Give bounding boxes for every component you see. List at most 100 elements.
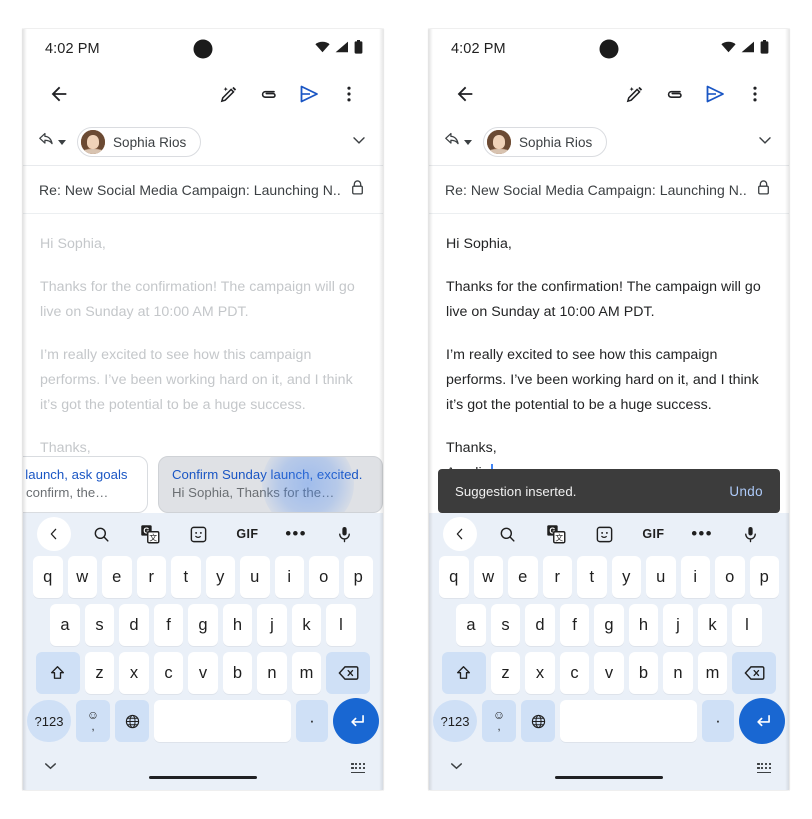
send-icon[interactable]	[695, 74, 735, 114]
arrow-back-icon[interactable]	[445, 74, 485, 114]
key-i[interactable]: i	[274, 556, 304, 598]
search-icon[interactable]	[77, 517, 126, 551]
key-q[interactable]: q	[33, 556, 63, 598]
key-n[interactable]: n	[257, 652, 287, 694]
key-o[interactable]: o	[715, 556, 745, 598]
key-f[interactable]: f	[559, 604, 590, 646]
key-p[interactable]: p	[749, 556, 779, 598]
shift-icon[interactable]	[441, 652, 486, 694]
collapse-keyboard-icon[interactable]	[447, 756, 466, 780]
key-a[interactable]: a	[456, 604, 486, 646]
space-key[interactable]	[154, 700, 291, 742]
key-k[interactable]: k	[291, 604, 322, 646]
microphone-icon[interactable]	[726, 517, 775, 551]
ai-compose-icon[interactable]	[209, 74, 249, 114]
key-u[interactable]: u	[646, 556, 676, 598]
home-gesture-bar[interactable]	[555, 775, 663, 779]
key-t[interactable]: t	[577, 556, 607, 598]
gif-icon[interactable]: GIF	[629, 517, 678, 551]
key-p[interactable]: p	[343, 556, 373, 598]
key-r[interactable]: r	[542, 556, 572, 598]
emoji-comma-key[interactable]: ☺ ,	[76, 700, 110, 742]
key-h[interactable]: h	[628, 604, 659, 646]
translate-icon[interactable]: G 文	[126, 517, 175, 551]
key-j[interactable]: j	[663, 604, 693, 646]
attach-file-icon[interactable]	[249, 74, 289, 114]
suggestion-chip-partial[interactable]: y launch, ask goals o confirm, the…	[23, 456, 148, 513]
gif-icon[interactable]: GIF	[223, 517, 272, 551]
key-f[interactable]: f	[153, 604, 184, 646]
key-r[interactable]: r	[136, 556, 166, 598]
key-m[interactable]: m	[697, 652, 728, 694]
symbols-key[interactable]: ?123	[27, 700, 71, 742]
collapse-keyboard-icon[interactable]	[41, 756, 60, 780]
send-icon[interactable]	[289, 74, 329, 114]
period-key[interactable]: ·	[702, 700, 734, 742]
search-icon[interactable]	[483, 517, 532, 551]
key-q[interactable]: q	[439, 556, 469, 598]
arrow-back-icon[interactable]	[39, 74, 79, 114]
shift-icon[interactable]	[35, 652, 80, 694]
language-globe-icon[interactable]	[115, 700, 149, 742]
language-globe-icon[interactable]	[521, 700, 555, 742]
sticker-icon[interactable]	[580, 517, 629, 551]
key-c[interactable]: c	[153, 652, 184, 694]
key-a[interactable]: a	[50, 604, 80, 646]
more-options-icon[interactable]	[329, 74, 369, 114]
key-k[interactable]: k	[697, 604, 728, 646]
period-key[interactable]: ·	[296, 700, 328, 742]
recipient-chip[interactable]: Sophia Rios	[77, 127, 202, 157]
key-j[interactable]: j	[257, 604, 287, 646]
subject-row[interactable]: Re: New Social Media Campaign: Launching…	[23, 166, 383, 214]
key-t[interactable]: t	[171, 556, 201, 598]
key-l[interactable]: l	[326, 604, 356, 646]
key-o[interactable]: o	[309, 556, 339, 598]
key-v[interactable]: v	[188, 652, 218, 694]
key-g[interactable]: g	[188, 604, 218, 646]
space-key[interactable]	[560, 700, 697, 742]
microphone-icon[interactable]	[320, 517, 369, 551]
more-horizontal-icon[interactable]: •••	[678, 517, 727, 551]
backspace-icon[interactable]	[732, 652, 777, 694]
undo-button[interactable]: Undo	[729, 484, 763, 499]
more-options-icon[interactable]	[735, 74, 775, 114]
suggestion-chip-pressed[interactable]: Confirm Sunday launch, excited. Hi Sophi…	[158, 456, 383, 513]
sticker-icon[interactable]	[174, 517, 223, 551]
key-x[interactable]: x	[525, 652, 555, 694]
keyboard-switch-icon[interactable]	[351, 763, 365, 774]
enter-return-icon[interactable]	[333, 698, 379, 744]
backspace-icon[interactable]	[326, 652, 371, 694]
key-l[interactable]: l	[732, 604, 762, 646]
more-horizontal-icon[interactable]: •••	[272, 517, 321, 551]
key-e[interactable]: e	[508, 556, 538, 598]
home-gesture-bar[interactable]	[149, 775, 257, 779]
reply-mode-selector[interactable]	[443, 130, 472, 154]
recipient-chip[interactable]: Sophia Rios	[483, 127, 608, 157]
keyboard-switch-icon[interactable]	[757, 763, 771, 774]
ai-compose-icon[interactable]	[615, 74, 655, 114]
key-g[interactable]: g	[594, 604, 624, 646]
emoji-comma-key[interactable]: ☺ ,	[482, 700, 516, 742]
key-n[interactable]: n	[663, 652, 693, 694]
key-m[interactable]: m	[291, 652, 322, 694]
key-d[interactable]: d	[525, 604, 555, 646]
chevron-left-icon[interactable]	[37, 517, 71, 551]
key-e[interactable]: e	[102, 556, 132, 598]
translate-icon[interactable]: G 文	[532, 517, 581, 551]
key-y[interactable]: y	[205, 556, 235, 598]
key-v[interactable]: v	[594, 652, 624, 694]
key-y[interactable]: y	[611, 556, 641, 598]
subject-row[interactable]: Re: New Social Media Campaign: Launching…	[429, 166, 789, 214]
email-body-inserted[interactable]: Hi Sophia, Thanks for the confirmation! …	[429, 214, 789, 513]
attach-file-icon[interactable]	[655, 74, 695, 114]
key-i[interactable]: i	[680, 556, 710, 598]
key-b[interactable]: b	[222, 652, 253, 694]
key-x[interactable]: x	[119, 652, 149, 694]
symbols-key[interactable]: ?123	[433, 700, 477, 742]
key-w[interactable]: w	[473, 556, 503, 598]
email-body-faded[interactable]: Hi Sophia, Thanks for the confirmation! …	[23, 214, 383, 513]
key-c[interactable]: c	[559, 652, 590, 694]
expand-recipients-icon[interactable]	[755, 130, 775, 155]
enter-return-icon[interactable]	[739, 698, 785, 744]
key-u[interactable]: u	[240, 556, 270, 598]
